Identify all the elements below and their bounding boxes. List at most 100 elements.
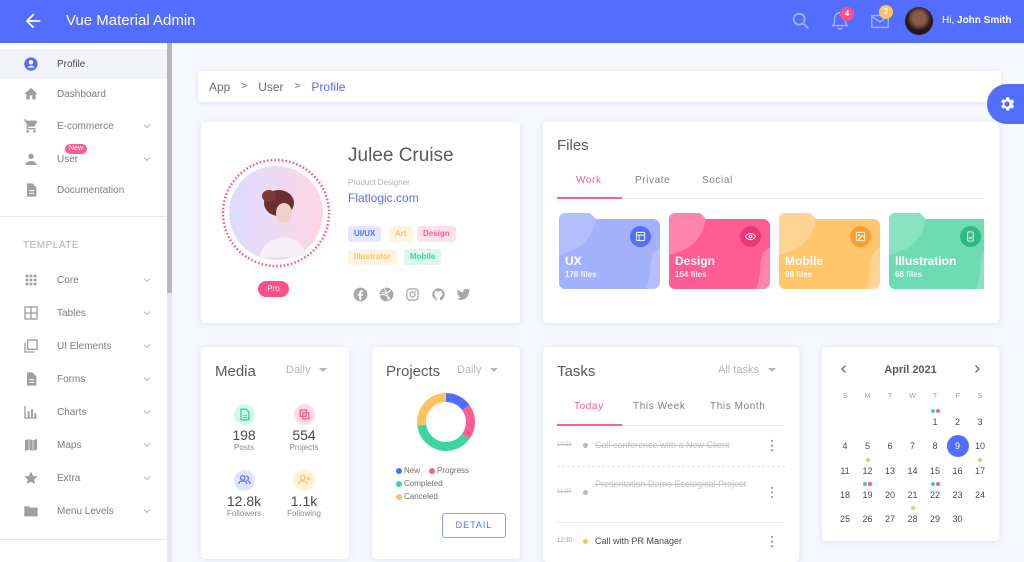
donut-slice-canceled bbox=[417, 393, 447, 426]
sidebar-item-documentation[interactable]: Documentation bbox=[0, 175, 167, 205]
tasks-filter-select[interactable]: All tasks bbox=[718, 364, 776, 376]
weekday-label: M bbox=[864, 393, 871, 400]
calendar-day[interactable]: 17 bbox=[969, 460, 991, 482]
tab-today[interactable]: Today bbox=[574, 401, 604, 412]
calendar-day[interactable]: 7 bbox=[902, 435, 924, 457]
calendar-day[interactable]: 14 bbox=[902, 460, 924, 482]
calendar-day[interactable]: 4 bbox=[834, 435, 856, 457]
chevron-down-icon[interactable] bbox=[141, 274, 153, 286]
calendar-day[interactable]: 3 bbox=[969, 411, 991, 433]
user-avatar[interactable] bbox=[905, 7, 933, 35]
tab-private[interactable]: Private bbox=[635, 175, 670, 186]
sidebar-item-charts[interactable]: Charts bbox=[0, 397, 167, 427]
task-item[interactable]: 10:21 Call conference with a New Client bbox=[557, 437, 785, 455]
tab-this-week[interactable]: This Week bbox=[633, 401, 685, 412]
sidebar-scrollbar[interactable] bbox=[167, 43, 172, 293]
chevron-down-icon[interactable] bbox=[141, 505, 153, 517]
calendar-day[interactable]: 23 bbox=[947, 484, 969, 506]
calendar-day[interactable]: 5 bbox=[857, 435, 879, 457]
chevron-down-icon[interactable] bbox=[141, 472, 153, 484]
chevron-right-icon[interactable] bbox=[971, 363, 983, 375]
calendar-day[interactable]: 20 bbox=[879, 484, 901, 506]
sidebar-item-extra[interactable]: Extra bbox=[0, 463, 167, 493]
calendar-event-dot bbox=[935, 409, 940, 413]
calendar-day[interactable]: 2 bbox=[947, 411, 969, 433]
calendar-day[interactable]: 10 bbox=[969, 435, 991, 457]
more-vert-icon[interactable] bbox=[769, 535, 775, 548]
document-icon bbox=[27, 183, 37, 197]
tab-work[interactable]: Work bbox=[576, 175, 602, 186]
calendar-day[interactable]: 16 bbox=[947, 460, 969, 482]
sidebar-item-core[interactable]: Core bbox=[0, 265, 167, 295]
calendar-day[interactable]: 28 bbox=[902, 508, 924, 530]
calendar-day[interactable]: 26 bbox=[857, 508, 879, 530]
calendar-day[interactable]: 12 bbox=[857, 460, 879, 482]
sidebar-item-menu-levels[interactable]: Menu Levels bbox=[0, 496, 167, 526]
task-item[interactable]: 12:30 Call with PR Manager bbox=[557, 533, 785, 551]
instagram-icon[interactable] bbox=[405, 287, 420, 302]
weekday-label: F bbox=[955, 393, 960, 400]
twitter-icon[interactable] bbox=[456, 287, 471, 302]
breadcrumb-item[interactable]: App bbox=[209, 80, 230, 94]
chevron-down-icon[interactable] bbox=[141, 406, 153, 418]
calendar-day[interactable]: 6 bbox=[879, 435, 901, 457]
calendar-day[interactable]: 19 bbox=[857, 484, 879, 506]
calendar-day[interactable]: 8 bbox=[924, 435, 946, 457]
sidebar-item-maps[interactable]: Maps bbox=[0, 430, 167, 460]
calendar-day[interactable]: 22 bbox=[924, 484, 946, 506]
more-vert-icon[interactable] bbox=[769, 439, 775, 452]
folder-mobile[interactable]: Mobile 98 files bbox=[779, 213, 880, 289]
profile-name: Julee Cruise bbox=[348, 145, 454, 166]
search-icon[interactable] bbox=[790, 10, 812, 32]
breadcrumb-item[interactable]: User bbox=[258, 80, 283, 94]
sidebar-item-ecommerce[interactable]: E-commerce bbox=[0, 111, 167, 141]
facebook-icon[interactable] bbox=[353, 287, 368, 302]
tab-social[interactable]: Social bbox=[702, 175, 733, 186]
calendar-day[interactable]: 24 bbox=[969, 484, 991, 506]
calendar-day[interactable]: 15 bbox=[924, 460, 946, 482]
task-item[interactable]: 11:30 Presentation Demo Ecological Proje… bbox=[557, 475, 785, 511]
more-vert-icon[interactable] bbox=[769, 486, 775, 499]
sidebar-item-dashboard[interactable]: Dashboard bbox=[0, 79, 167, 109]
chevron-down-icon[interactable] bbox=[141, 373, 153, 385]
calendar-day[interactable]: 18 bbox=[834, 484, 856, 506]
folder-illustration[interactable]: Illustration 68 files bbox=[889, 213, 984, 289]
sidebar-item-forms[interactable]: Forms bbox=[0, 364, 167, 394]
projects-period-select[interactable]: Daily bbox=[457, 364, 499, 376]
github-icon[interactable] bbox=[431, 287, 446, 302]
chevron-down-icon[interactable] bbox=[141, 439, 153, 451]
folder-ux[interactable]: UX 178 files bbox=[559, 213, 660, 289]
chevron-down-icon[interactable] bbox=[141, 340, 153, 352]
calendar-day[interactable]: 21 bbox=[902, 484, 924, 506]
profile-website-link[interactable]: Flatlogic.com bbox=[348, 191, 419, 205]
calendar-day[interactable]: 30 bbox=[947, 508, 969, 530]
calendar-day[interactable]: 13 bbox=[879, 460, 901, 482]
calendar-day[interactable]: 11 bbox=[834, 460, 856, 482]
legend-item-progress: Progress bbox=[429, 466, 469, 475]
calendar-day[interactable]: 29 bbox=[924, 508, 946, 530]
tab-this-month[interactable]: This Month bbox=[710, 401, 765, 412]
folder-design[interactable]: Design 154 files bbox=[669, 213, 770, 289]
sidebar-item-profile[interactable]: Profile bbox=[0, 49, 167, 79]
settings-button[interactable] bbox=[987, 84, 1024, 124]
form-icon bbox=[27, 372, 37, 386]
sidebar-item-tables[interactable]: Tables bbox=[0, 298, 167, 328]
tag-design: Design bbox=[417, 226, 456, 242]
profile-card: Pro Julee Cruise Product Designer Flatlo… bbox=[201, 122, 520, 323]
chevron-down-icon[interactable] bbox=[141, 307, 153, 319]
calendar-day[interactable]: 1 bbox=[924, 411, 946, 433]
chevron-down-icon[interactable] bbox=[141, 120, 153, 132]
chevron-down-icon[interactable] bbox=[141, 153, 153, 165]
tasks-title: Tasks bbox=[557, 363, 596, 380]
task-divider bbox=[557, 466, 785, 467]
dribbble-icon[interactable] bbox=[379, 287, 394, 302]
sidebar-item-ui-elements[interactable]: UI Elements bbox=[0, 331, 167, 361]
calendar-day[interactable]: 25 bbox=[834, 508, 856, 530]
media-period-select[interactable]: Daily bbox=[286, 364, 328, 376]
calendar-day[interactable]: 27 bbox=[879, 508, 901, 530]
detail-button[interactable]: DETAIL bbox=[442, 513, 506, 538]
stat-following: 1.1k Following bbox=[274, 470, 334, 518]
user-greeting[interactable]: Hi, John Smith bbox=[942, 15, 1011, 26]
calendar-day-selected[interactable]: 9 bbox=[946, 435, 969, 458]
back-arrow-icon[interactable] bbox=[22, 10, 44, 32]
